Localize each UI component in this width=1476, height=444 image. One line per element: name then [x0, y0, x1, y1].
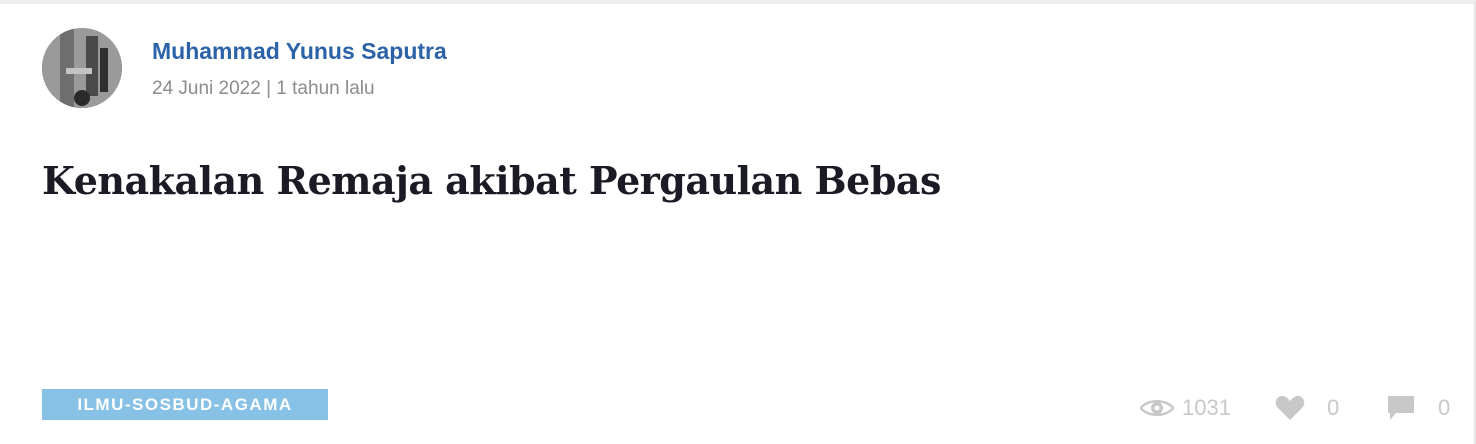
views-value: 1031	[1182, 395, 1231, 420]
likes-value: 0	[1327, 395, 1340, 420]
category-tag[interactable]: ILMU-SOSBUD-AGAMA	[42, 389, 328, 420]
views-count: 1031	[1140, 393, 1231, 423]
heart-icon	[1275, 395, 1305, 420]
post-title[interactable]: Kenakalan Remaja akibat Pergaulan Bebas	[42, 158, 941, 203]
avatar[interactable]	[42, 28, 122, 108]
eye-icon	[1140, 400, 1174, 416]
comment-icon	[1388, 396, 1414, 420]
author-name[interactable]: Muhammad Yunus Saputra	[152, 38, 447, 65]
post-card[interactable]: Muhammad Yunus Saputra 24 Juni 2022 | 1 …	[0, 0, 1476, 444]
avatar-photo	[42, 28, 122, 108]
like-button[interactable]: 0	[1275, 393, 1339, 423]
comment-button[interactable]: 0	[1386, 393, 1450, 423]
comments-value: 0	[1438, 395, 1451, 420]
post-date: 24 Juni 2022 | 1 tahun lalu	[152, 78, 375, 99]
